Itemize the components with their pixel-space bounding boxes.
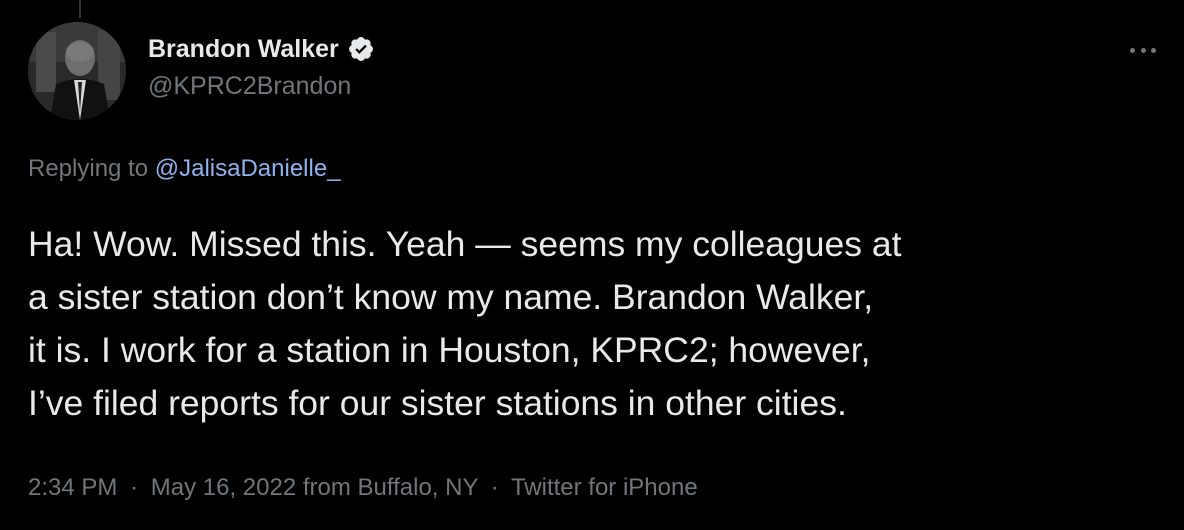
reply-context: Replying to @JalisaDanielle_ xyxy=(28,155,341,183)
tweet-date-location[interactable]: May 16, 2022 from Buffalo, NY xyxy=(151,474,478,501)
author-block: Brandon Walker @KPRC2Brandon xyxy=(148,34,375,101)
thread-connector-line xyxy=(79,0,81,18)
author-display-name[interactable]: Brandon Walker xyxy=(148,35,339,64)
author-name-row: Brandon Walker xyxy=(148,34,375,64)
tweet: Brandon Walker @KPRC2Brandon Replying to… xyxy=(0,0,1184,530)
tweet-meta: 2:34 PM · May 16, 2022 from Buffalo, NY … xyxy=(28,474,698,502)
reply-prefix: Replying to xyxy=(28,155,149,182)
more-dot xyxy=(1140,47,1146,53)
more-dot xyxy=(1151,47,1156,53)
verified-badge-icon xyxy=(347,35,375,63)
more-horizontal-icon[interactable] xyxy=(1130,42,1156,58)
more-dot xyxy=(1130,47,1135,53)
meta-separator: · xyxy=(490,474,499,501)
tweet-text: Ha! Wow. Missed this. Yeah — seems my co… xyxy=(28,224,902,423)
tweet-source[interactable]: Twitter for iPhone xyxy=(511,474,698,501)
avatar-photo xyxy=(28,22,126,120)
meta-separator: · xyxy=(130,474,139,501)
reply-mention-link[interactable]: @JalisaDanielle_ xyxy=(155,155,341,182)
tweet-time[interactable]: 2:34 PM xyxy=(28,474,117,501)
author-handle[interactable]: @KPRC2Brandon xyxy=(148,72,375,101)
avatar[interactable] xyxy=(28,22,126,120)
